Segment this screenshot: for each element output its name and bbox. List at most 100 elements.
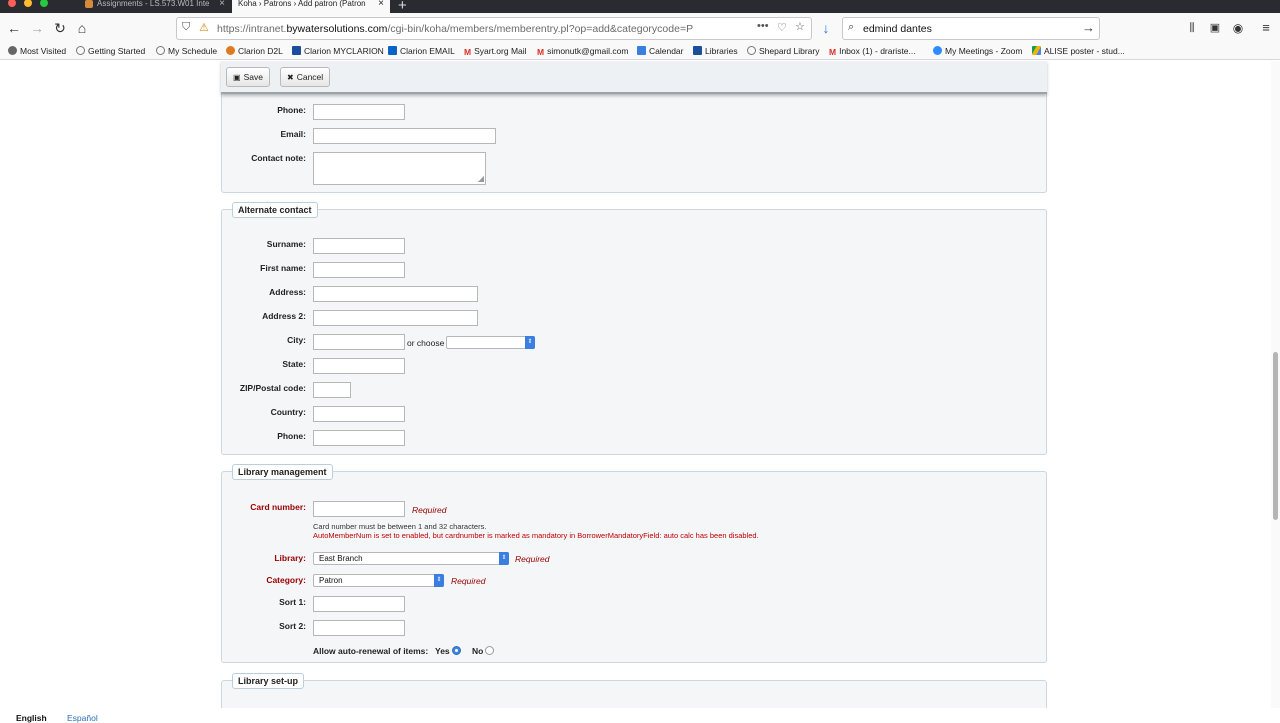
sort2-label: Sort 2: <box>279 621 306 631</box>
alt-address-input[interactable] <box>313 286 478 302</box>
section-legend: Alternate contact <box>232 202 318 218</box>
bookmark-item[interactable]: M Inbox (1) - drariste... <box>829 46 916 57</box>
minimize-window-icon[interactable] <box>24 0 32 7</box>
bookmark-item[interactable]: Libraries <box>693 46 738 56</box>
gmail-icon: M <box>464 47 472 57</box>
contact-note-textarea[interactable]: ◢ <box>313 152 486 185</box>
d2l-icon <box>226 46 235 55</box>
no-label: No <box>472 646 484 656</box>
search-bar[interactable]: ⌕ edmind dantes → <box>842 17 1100 40</box>
sort2-input[interactable] <box>313 620 405 636</box>
menu-icon[interactable]: ≡ <box>1256 18 1276 38</box>
firstname-label: First name: <box>260 263 306 273</box>
close-window-icon[interactable] <box>8 0 16 7</box>
phone-input[interactable] <box>313 104 405 120</box>
save-button[interactable]: ▣ Save <box>226 67 270 87</box>
search-input[interactable]: edmind dantes <box>863 23 932 35</box>
library-icon[interactable]: ⫼ <box>1182 18 1202 38</box>
alt-state-input[interactable] <box>313 358 405 374</box>
bookmark-item[interactable]: Calendar <box>637 46 684 56</box>
alt-zip-input[interactable] <box>313 382 351 398</box>
shield-icon[interactable]: ⛉ <box>182 21 190 34</box>
alt-phone-input[interactable] <box>313 430 405 446</box>
card-number-label: Card number: <box>250 502 306 512</box>
reload-icon[interactable]: ↻ <box>50 18 70 38</box>
close-tab-icon[interactable]: × <box>378 0 384 9</box>
chevron-updown-icon: ⇕ <box>499 552 509 565</box>
bookmark-item[interactable]: Clarion D2L <box>226 46 283 56</box>
search-icon: ⌕ <box>848 21 855 33</box>
address2-label: Address 2: <box>262 311 306 321</box>
scrollbar-thumb[interactable] <box>1273 352 1278 520</box>
tab-assignments[interactable]: Assignments - LS.573.W01 Inte × <box>79 0 231 13</box>
url-bar[interactable]: ⛉ ⚠ https://intranet.bywatersolutions.co… <box>176 17 812 40</box>
cancel-button[interactable]: ✖ Cancel <box>280 67 331 87</box>
bookmark-item[interactable]: Clarion MYCLARION <box>292 46 384 56</box>
auto-renewal-label: Allow auto-renewal of items: <box>313 646 429 656</box>
bookmark-item[interactable]: My Schedule <box>156 46 217 56</box>
page-actions-icon[interactable]: ••• <box>757 20 769 32</box>
alt-surname-input[interactable] <box>313 238 405 254</box>
alt-country-input[interactable] <box>313 406 405 422</box>
resize-grip-icon[interactable]: ◢ <box>478 175 484 183</box>
bookmark-item[interactable]: Clarion EMAIL <box>388 46 455 56</box>
drive-icon <box>1032 46 1041 55</box>
browser-tab-bar: Assignments - LS.573.W01 Inte × Koha › P… <box>0 0 1280 14</box>
required-note: Required <box>515 554 550 564</box>
maximize-window-icon[interactable] <box>40 0 48 7</box>
sort1-label: Sort 1: <box>279 597 306 607</box>
lock-warning-icon[interactable]: ⚠ <box>199 21 209 34</box>
library-select[interactable]: East Branch ⇕ <box>313 552 509 565</box>
account-icon[interactable]: ◉ <box>1228 18 1248 38</box>
state-label: State: <box>282 359 306 369</box>
alt-city-input[interactable] <box>313 334 405 350</box>
globe-icon <box>156 46 165 55</box>
home-icon[interactable]: ⌂ <box>72 18 92 38</box>
close-icon: ✖ <box>287 73 294 82</box>
bookmark-item[interactable]: Shepard Library <box>747 46 819 56</box>
country-label: Country: <box>270 407 306 417</box>
tab-koha-add-patron[interactable]: Koha › Patrons › Add patron (Patron × <box>232 0 390 13</box>
card-number-input[interactable] <box>313 501 405 517</box>
contact-note-label: Contact note: <box>251 153 306 163</box>
sidebar-icon[interactable]: ▣ <box>1205 18 1225 38</box>
sort1-input[interactable] <box>313 596 405 612</box>
download-icon[interactable]: ↓ <box>816 18 836 38</box>
alt-city-select[interactable]: ⇕ <box>446 336 535 349</box>
library-setup-section: Library set-up <box>221 673 1047 708</box>
bookmark-item[interactable]: M Syart.org Mail <box>464 46 527 57</box>
close-tab-icon[interactable]: × <box>219 0 225 9</box>
globe-icon <box>76 46 85 55</box>
page-content: ▣ Save ✖ Cancel Phone: Email: Contact note… <box>0 61 1280 708</box>
outlook-icon <box>388 46 397 55</box>
alt-address2-input[interactable] <box>313 310 478 326</box>
calendar-icon <box>637 46 646 55</box>
phone-label: Phone: <box>277 105 306 115</box>
gmail-icon: M <box>829 47 837 57</box>
language-current: English <box>16 713 47 723</box>
alt-firstname-input[interactable] <box>313 262 405 278</box>
auto-renewal-yes-radio[interactable] <box>452 646 461 655</box>
bookmark-item[interactable]: My Meetings - Zoom <box>933 46 1022 56</box>
search-go-icon[interactable]: → <box>1082 20 1095 35</box>
alt-phone-label: Phone: <box>277 431 306 441</box>
bookmark-item[interactable]: Most Visited <box>8 46 66 56</box>
url-text: https://intranet.bywatersolutions.com/cg… <box>217 23 694 35</box>
pocket-icon[interactable]: ♡ <box>777 21 787 34</box>
bookmark-item[interactable]: ALISE poster - stud... <box>1032 46 1125 56</box>
auto-renewal-no-radio[interactable] <box>485 646 494 655</box>
back-icon[interactable]: ← <box>4 18 24 38</box>
bookmark-item[interactable]: Getting Started <box>76 46 145 56</box>
bookmark-item[interactable]: Msimonutk@gmail.com <box>537 46 628 57</box>
language-link-espanol[interactable]: Español <box>67 713 98 723</box>
new-tab-button[interactable]: + <box>398 0 407 14</box>
save-icon: ▣ <box>233 73 241 82</box>
email-input[interactable] <box>313 128 496 144</box>
globe-icon <box>747 46 756 55</box>
clarion-icon <box>693 46 702 55</box>
forward-icon[interactable]: → <box>27 18 47 38</box>
category-select[interactable]: Patron ⇕ <box>313 574 444 587</box>
library-management-section: Library management Card number: Required… <box>221 464 1047 663</box>
required-note: Required <box>451 576 486 586</box>
bookmark-star-icon[interactable]: ☆ <box>795 20 805 33</box>
